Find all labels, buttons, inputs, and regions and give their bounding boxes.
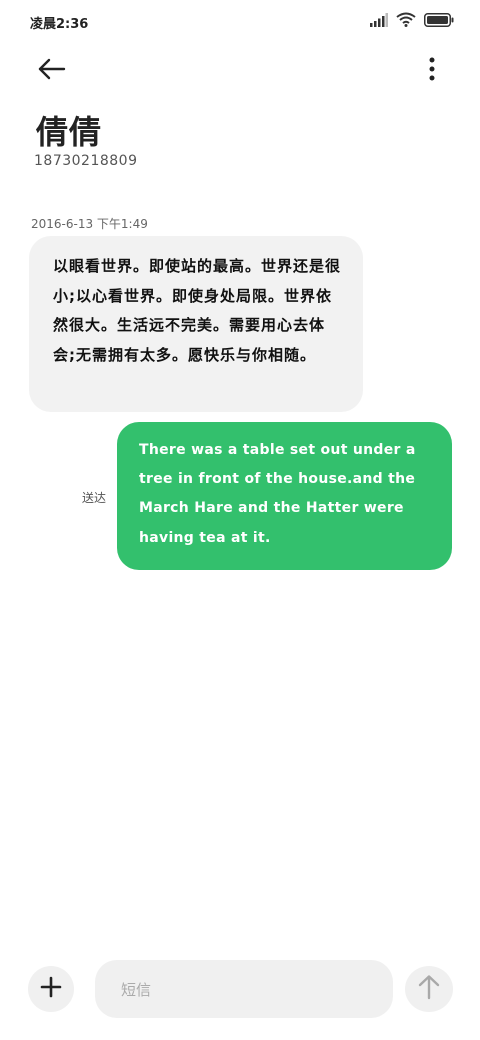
- add-attachment-button[interactable]: [28, 966, 74, 1012]
- status-icons: [370, 12, 454, 31]
- more-options-button[interactable]: [424, 55, 440, 83]
- arrow-up-icon: [417, 974, 441, 1004]
- plus-icon: [40, 976, 62, 1002]
- back-button[interactable]: [36, 55, 68, 83]
- incoming-message-text: 以眼看世界。即使站的最高。世界还是很小;以心看世界。即使身处局限。世界依然很大。…: [53, 257, 342, 364]
- message-input[interactable]: [119, 960, 373, 1020]
- status-time: 凌晨2:36: [30, 17, 89, 32]
- composer-box: [95, 960, 393, 1020]
- incoming-message-bubble[interactable]: 以眼看世界。即使站的最高。世界还是很小;以心看世界。即使身处局限。世界依然很大。…: [29, 236, 363, 412]
- delivery-status: 送达: [82, 491, 107, 505]
- contact-name: 倩倩: [36, 113, 103, 151]
- send-button[interactable]: [405, 966, 453, 1012]
- more-vertical-icon: [424, 57, 440, 87]
- battery-icon: [424, 12, 454, 31]
- outgoing-message-bubble[interactable]: There was a table set out under a tree i…: [117, 422, 452, 570]
- outgoing-message-text: There was a table set out under a tree i…: [139, 442, 416, 546]
- arrow-left-icon: [36, 58, 68, 87]
- signal-icon: [370, 12, 388, 31]
- status-bar: 凌晨2:36: [0, 0, 480, 44]
- wifi-icon: [396, 12, 416, 31]
- contact-number: 18730218809: [34, 153, 138, 169]
- message-timestamp: 2016-6-13 下午1:49: [31, 217, 148, 231]
